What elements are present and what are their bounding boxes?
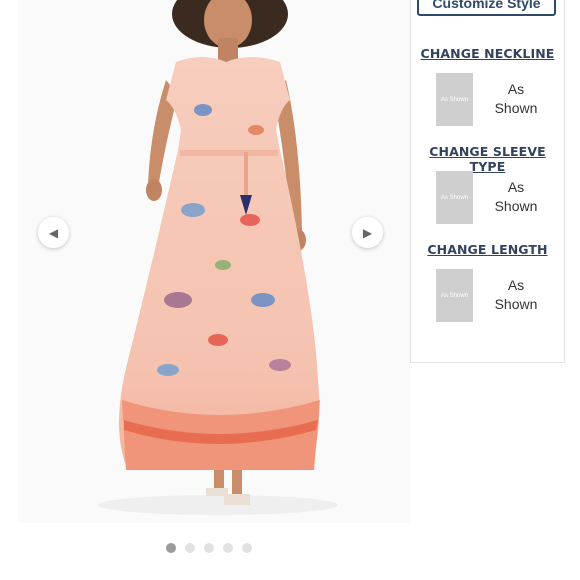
next-image-button[interactable]: ▶ [352, 217, 383, 248]
length-option-label: As Shown [494, 277, 538, 312]
length-swatch[interactable]: As Shown [436, 269, 473, 322]
sleeve-type-option-label: As Shown [494, 179, 538, 214]
pagination-dot[interactable] [185, 543, 195, 553]
chevron-right-icon: ▶ [362, 225, 373, 240]
customize-panel: Customize Style CHANGE NECKLINE As Shown… [410, 0, 565, 363]
change-neckline-link[interactable]: CHANGE NECKLINE [411, 46, 564, 61]
pagination-dot[interactable] [223, 543, 233, 553]
neckline-option-label: As Shown [494, 81, 538, 116]
previous-image-button[interactable]: ◀ [38, 217, 69, 248]
customize-style-button[interactable]: Customize Style [417, 0, 556, 16]
neckline-swatch[interactable]: As Shown [436, 73, 473, 126]
image-pagination [166, 543, 252, 553]
pagination-dot[interactable] [242, 543, 252, 553]
pagination-dot[interactable] [204, 543, 214, 553]
model-photo [18, 0, 410, 523]
product-image[interactable] [18, 0, 410, 523]
chevron-left-icon: ◀ [48, 225, 59, 240]
pagination-dot[interactable] [166, 543, 176, 553]
change-length-link[interactable]: CHANGE LENGTH [411, 242, 564, 257]
change-sleeve-type-link[interactable]: CHANGE SLEEVE TYPE [411, 144, 564, 174]
sleeve-type-swatch[interactable]: As Shown [436, 171, 473, 224]
